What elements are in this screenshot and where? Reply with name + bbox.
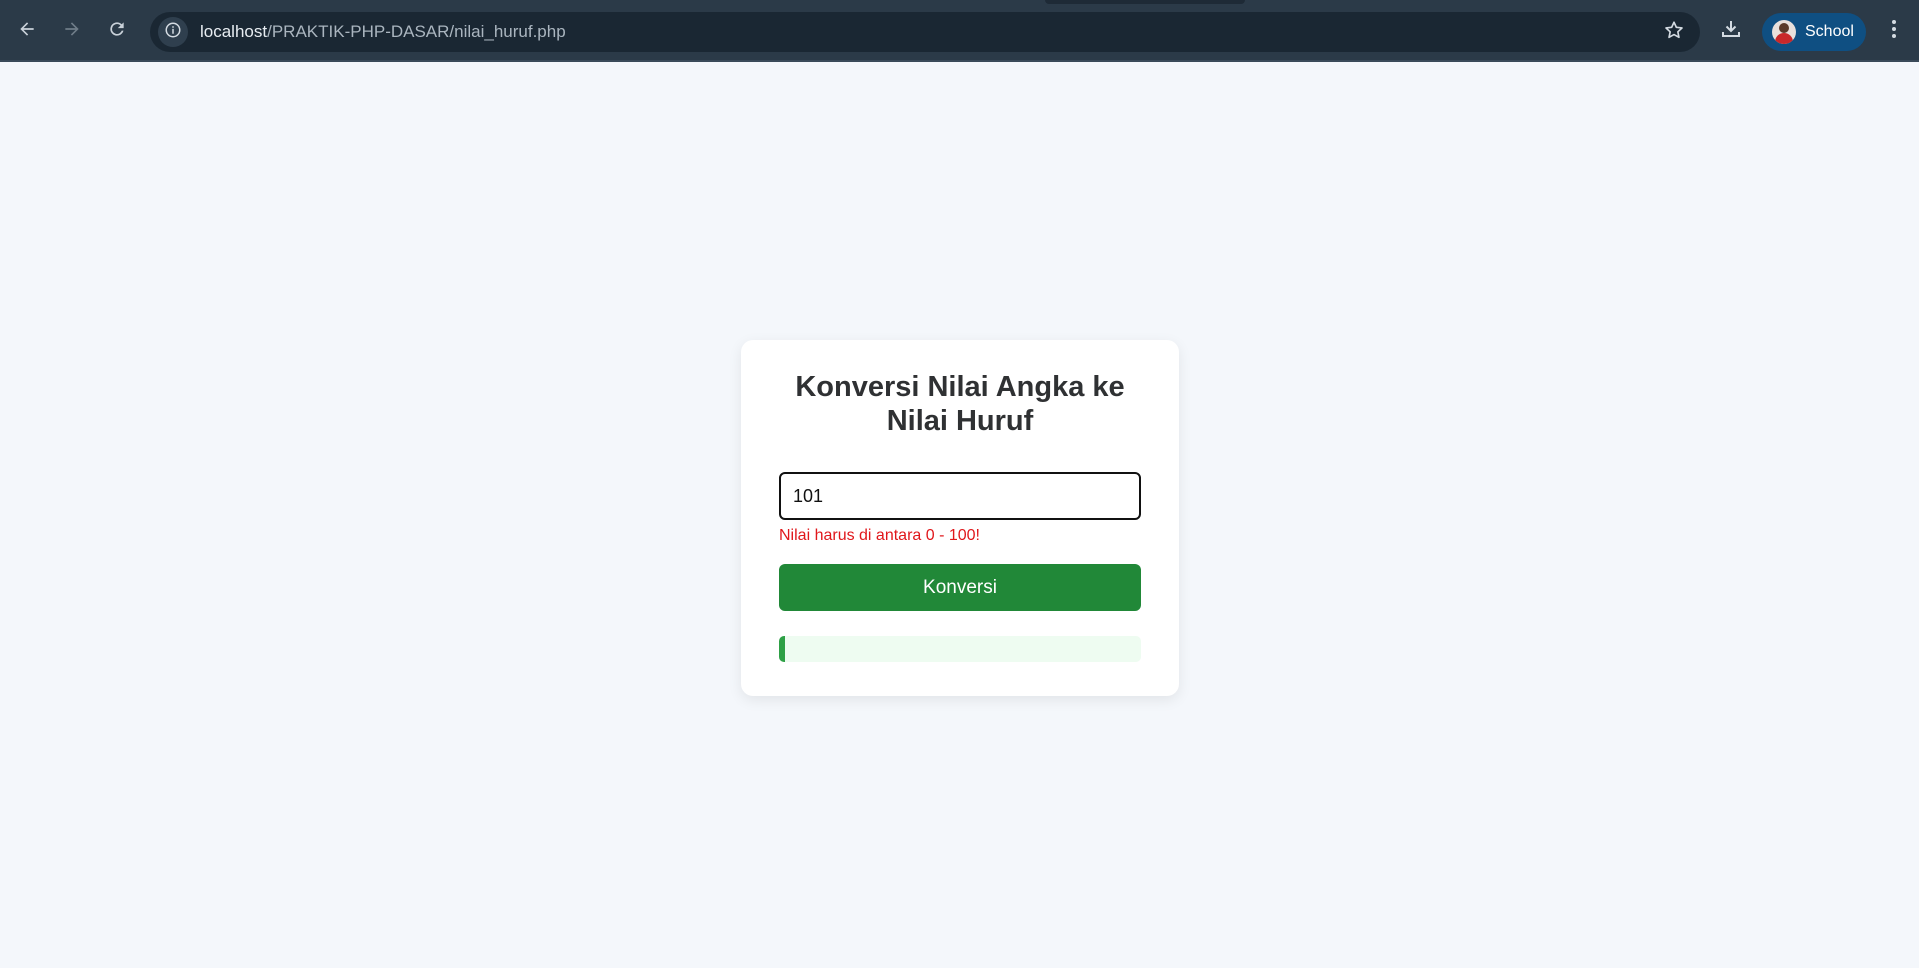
profile-button[interactable]: School	[1762, 13, 1866, 51]
tab-strip	[0, 0, 1919, 12]
url-text[interactable]: localhost/PRAKTIK-PHP-DASAR/nilai_huruf.…	[200, 22, 566, 42]
kebab-menu-icon	[1882, 17, 1906, 46]
arrow-right-icon	[62, 19, 82, 44]
profile-name: School	[1805, 23, 1854, 40]
grade-input[interactable]	[779, 472, 1141, 520]
convert-button[interactable]: Konversi	[779, 564, 1141, 611]
address-bar[interactable]: localhost/PRAKTIK-PHP-DASAR/nilai_huruf.…	[150, 12, 1700, 52]
arrow-left-icon	[17, 19, 37, 44]
site-info-button[interactable]	[158, 17, 188, 47]
bookmark-button[interactable]	[1662, 20, 1686, 44]
back-button[interactable]	[9, 13, 45, 49]
browser-menu-button[interactable]	[1882, 14, 1906, 48]
browser-toolbar: localhost/PRAKTIK-PHP-DASAR/nilai_huruf.…	[0, 0, 1919, 62]
active-tab-edge[interactable]	[1045, 0, 1245, 4]
result-box	[779, 636, 1141, 662]
download-icon	[1719, 17, 1743, 46]
info-icon	[164, 21, 182, 44]
avatar	[1772, 20, 1796, 44]
reload-button[interactable]	[99, 13, 135, 49]
error-message: Nilai harus di antara 0 - 100!	[779, 527, 980, 544]
forward-button[interactable]	[54, 13, 90, 49]
url-path: /PRAKTIK-PHP-DASAR/nilai_huruf.php	[267, 22, 566, 41]
reload-icon	[107, 19, 127, 44]
converter-card: Konversi Nilai Angka ke Nilai Huruf Nila…	[741, 340, 1179, 696]
downloads-button[interactable]	[1714, 14, 1748, 48]
page-title: Konversi Nilai Angka ke Nilai Huruf	[795, 371, 1125, 437]
url-host: localhost	[200, 22, 268, 41]
star-icon	[1663, 19, 1685, 46]
